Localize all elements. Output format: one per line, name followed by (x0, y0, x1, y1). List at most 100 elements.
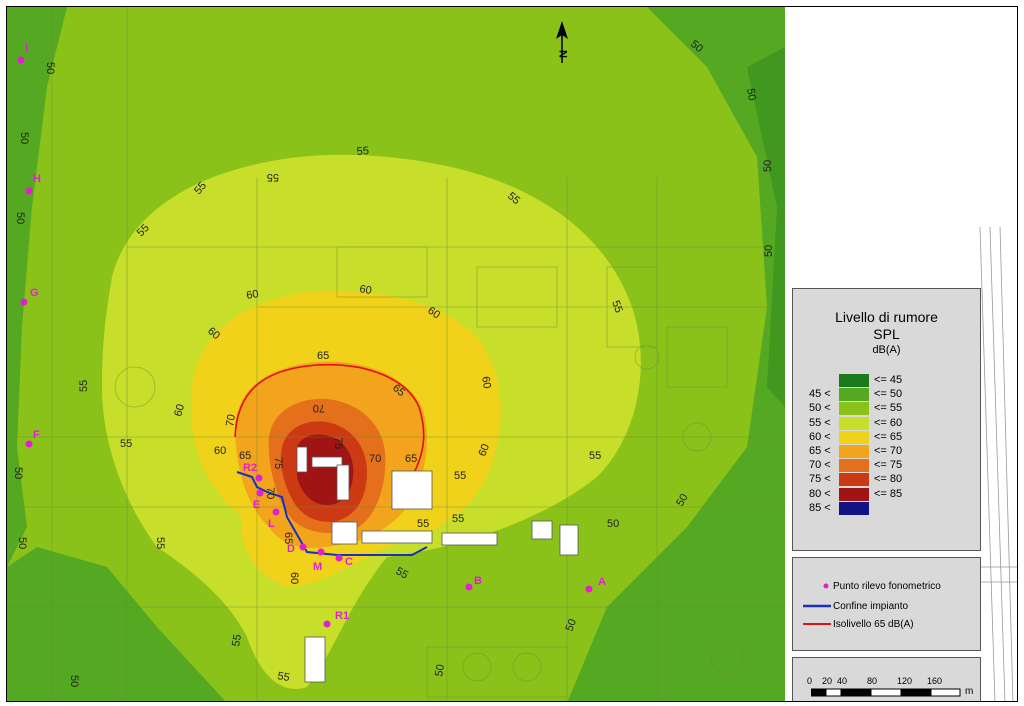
legend-class-lower: 65 < (809, 445, 831, 457)
contour-label: 55 (452, 513, 464, 525)
point-B (465, 583, 473, 591)
contour-label: 70 (313, 402, 325, 414)
point-G (20, 298, 28, 306)
isolevel-line-icon (803, 623, 831, 625)
point-L (272, 508, 280, 516)
noise-map: I H G F R2 E L D M C B A R1 50 50 50 50 … (7, 7, 785, 701)
legend-class-upper: <= 80 (874, 473, 903, 486)
legend-swatch (839, 402, 869, 416)
contour-label: 70 (224, 413, 238, 427)
point-F (25, 440, 33, 448)
point-label-R1: R1 (335, 610, 349, 622)
contour-label: 55 (230, 633, 244, 647)
point-label-G: G (30, 287, 39, 299)
contour-label: 65 (282, 532, 294, 544)
key-isolevel-row: Isolivello 65 dB(A) (793, 616, 982, 634)
key-point-label: Punto rilevo fonometrico (833, 581, 941, 592)
legend-panel: Livello di rumore SPL dB(A) <= 45 45 < <= … (792, 288, 981, 551)
scale-unit: m (965, 686, 974, 697)
point-label-C: C (345, 556, 353, 568)
contour-label: 50 (44, 62, 56, 74)
legend-class-upper: <= 45 (874, 374, 903, 386)
contour-label: 50 (68, 675, 80, 687)
legend-class-row: 45 < <= 50 (793, 387, 982, 402)
scale-bar (811, 688, 961, 697)
scale-tick: 0 (807, 676, 813, 686)
legend-class-upper: <= 65 (874, 430, 903, 443)
legend-swatch (839, 459, 869, 473)
legend-class-upper: <= 50 (874, 388, 903, 401)
point-label-B: B (474, 575, 482, 587)
legend-class-row: 50 < <= 55 (793, 401, 982, 416)
contour-label: 50 (763, 245, 775, 257)
key-panel: Punto rilevo fonometrico Confine impiant… (792, 557, 981, 651)
contour-label: 50 (18, 132, 30, 144)
scale-tick: 80 (867, 676, 878, 686)
legend-class-row: 65 < <= 70 (793, 444, 982, 458)
point-label-L: L (268, 518, 275, 530)
legend-class-lower: 50 < (809, 402, 831, 415)
point-R1 (323, 620, 331, 628)
legend-class-row: 75 < <= 80 (793, 472, 982, 487)
contour-label: 70 (264, 487, 276, 499)
point-D (299, 543, 307, 551)
contour-label: 55 (454, 470, 466, 482)
contour-label: 50 (744, 87, 758, 101)
contour-label: 60 (479, 375, 493, 389)
key-point-row: Punto rilevo fonometrico (793, 578, 982, 596)
legend-swatch (839, 473, 869, 487)
point-label-E: E (253, 499, 260, 511)
legend-class-row: 85 < (793, 501, 982, 515)
contour-label: 55 (589, 450, 601, 462)
legend-swatch (839, 374, 869, 387)
point-label-D: D (287, 543, 295, 555)
key-boundary-label: Confine impianto (833, 601, 909, 612)
point-label-M: M (313, 561, 322, 573)
legend-class-lower: 45 < (809, 388, 831, 401)
legend-class-upper: <= 75 (874, 459, 903, 472)
boundary-line-icon (803, 604, 831, 608)
contour-label: 65 (239, 450, 251, 462)
legend-swatch (839, 487, 869, 501)
contour-label: 55 (267, 171, 279, 183)
scale-bar-panel: 0 20 40 80 120 160 m (792, 657, 981, 701)
legend-swatch (839, 501, 869, 515)
point-R2 (255, 474, 263, 482)
point-E (256, 489, 264, 497)
legend-class-row: 60 < <= 65 (793, 430, 982, 444)
contour-label: 50 (16, 537, 28, 549)
key-isolevel-label: Isolivello 65 dB(A) (833, 619, 914, 630)
legend-class-upper: <= 60 (874, 416, 903, 429)
contour-label: 50 (607, 518, 619, 530)
legend-class-lower: 55 < (809, 416, 831, 429)
point-H (25, 187, 33, 195)
contour-label: 55 (356, 145, 369, 158)
point-label-A: A (598, 576, 606, 588)
legend-class-lower: 70 < (809, 459, 831, 472)
contour-label: 60 (214, 445, 226, 457)
contour-label: 50 (433, 663, 447, 677)
contour-label: 55 (276, 670, 290, 684)
contour-label: 70 (369, 453, 381, 465)
legend-class-row: <= 45 (793, 373, 982, 387)
contour-label: 60 (358, 283, 372, 297)
legend-swatch (839, 416, 869, 430)
contour-label: 60 (245, 288, 259, 302)
legend-class-lower: 60 < (809, 430, 831, 443)
legend-unit: dB(A) (872, 344, 901, 356)
point-M (317, 548, 325, 556)
legend-class-upper: <= 70 (874, 445, 903, 457)
legend-swatch (839, 388, 869, 402)
point-label-H: H (33, 173, 41, 185)
legend-class-lower: 80 < (809, 487, 831, 500)
contour-label: 60 (288, 572, 300, 584)
contour-label: 65 (405, 453, 417, 465)
contour-label: 50 (762, 160, 774, 172)
contour-label: 50 (12, 467, 24, 479)
legend-class-lower: 75 < (809, 473, 831, 486)
point-C (335, 554, 343, 562)
contour-label: 55 (120, 438, 132, 450)
scale-tick: 20 (822, 676, 833, 686)
legend-class-row: 55 < <= 60 (793, 416, 982, 430)
contour-label: 55 (417, 518, 429, 530)
